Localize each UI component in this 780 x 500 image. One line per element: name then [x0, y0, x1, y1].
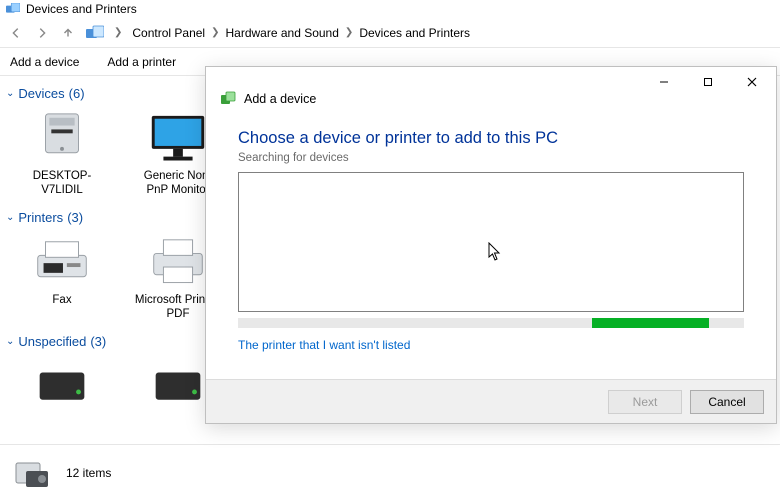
search-progress [238, 318, 744, 328]
printer-not-listed-link[interactable]: The printer that I want isn't listed [238, 338, 410, 352]
printer-icon [144, 233, 212, 289]
window-titlebar: Devices and Printers [0, 0, 780, 18]
minimize-button[interactable] [642, 68, 686, 96]
add-device-command[interactable]: Add a device [10, 55, 79, 69]
desktop-pc-icon [28, 109, 96, 165]
group-count: (6) [69, 86, 85, 101]
maximize-button[interactable] [686, 68, 730, 96]
cancel-button[interactable]: Cancel [690, 390, 764, 414]
fax-icon [28, 233, 96, 289]
status-bar: 12 items [0, 444, 780, 500]
forward-button[interactable] [34, 25, 50, 41]
devices-printers-icon [6, 3, 20, 15]
breadcrumb: Control Panel ❯ Hardware and Sound ❯ Dev… [132, 26, 470, 40]
crumb-hardware-sound[interactable]: Hardware and Sound [226, 26, 339, 40]
chevron-right-icon: ❯ [345, 27, 353, 38]
up-button[interactable] [60, 25, 76, 41]
drive-icon [144, 357, 212, 413]
navigation-bar: ❯ Control Panel ❯ Hardware and Sound ❯ D… [0, 18, 780, 48]
next-button: Next [608, 390, 682, 414]
device-unspecified-1[interactable] [18, 357, 106, 413]
chevron-down-icon: ⌄ [6, 88, 14, 99]
crumb-devices-printers[interactable]: Devices and Printers [359, 26, 470, 40]
group-count: (3) [90, 334, 106, 349]
add-printer-command[interactable]: Add a printer [107, 55, 176, 69]
dialog-subheading: Searching for devices [238, 152, 744, 164]
dialog-footer: Next Cancel [206, 379, 776, 423]
devices-status-icon [12, 453, 52, 493]
chevron-down-icon: ⌄ [6, 212, 14, 223]
dialog-heading: Choose a device or printer to add to thi… [238, 129, 744, 148]
crumb-control-panel[interactable]: Control Panel [132, 26, 205, 40]
monitor-icon [144, 109, 212, 165]
dialog-title: Add a device [244, 92, 316, 106]
dialog-body: Choose a device or printer to add to thi… [206, 111, 776, 352]
close-button[interactable] [730, 68, 774, 96]
device-results-list[interactable] [238, 172, 744, 312]
progress-indicator [592, 318, 708, 328]
device-label: Fax [52, 293, 71, 307]
device-desktop[interactable]: DESKTOP-V7LIDIL [18, 109, 106, 198]
group-label: Unspecified [18, 334, 86, 349]
add-device-icon [220, 91, 236, 107]
chevron-right-icon: ❯ [114, 27, 122, 38]
group-label: Devices [18, 86, 64, 101]
back-button[interactable] [8, 25, 24, 41]
address-icon[interactable] [86, 25, 104, 41]
chevron-down-icon: ⌄ [6, 336, 14, 347]
device-label: DESKTOP-V7LIDIL [18, 169, 106, 198]
group-label: Printers [18, 210, 63, 225]
device-fax[interactable]: Fax [18, 233, 106, 322]
chevron-right-icon: ❯ [211, 27, 219, 38]
group-count: (3) [67, 210, 83, 225]
window-title: Devices and Printers [26, 2, 137, 16]
drive-icon [28, 357, 96, 413]
add-device-dialog: Add a device Choose a device or printer … [205, 66, 777, 424]
status-items: 12 items [66, 466, 111, 480]
